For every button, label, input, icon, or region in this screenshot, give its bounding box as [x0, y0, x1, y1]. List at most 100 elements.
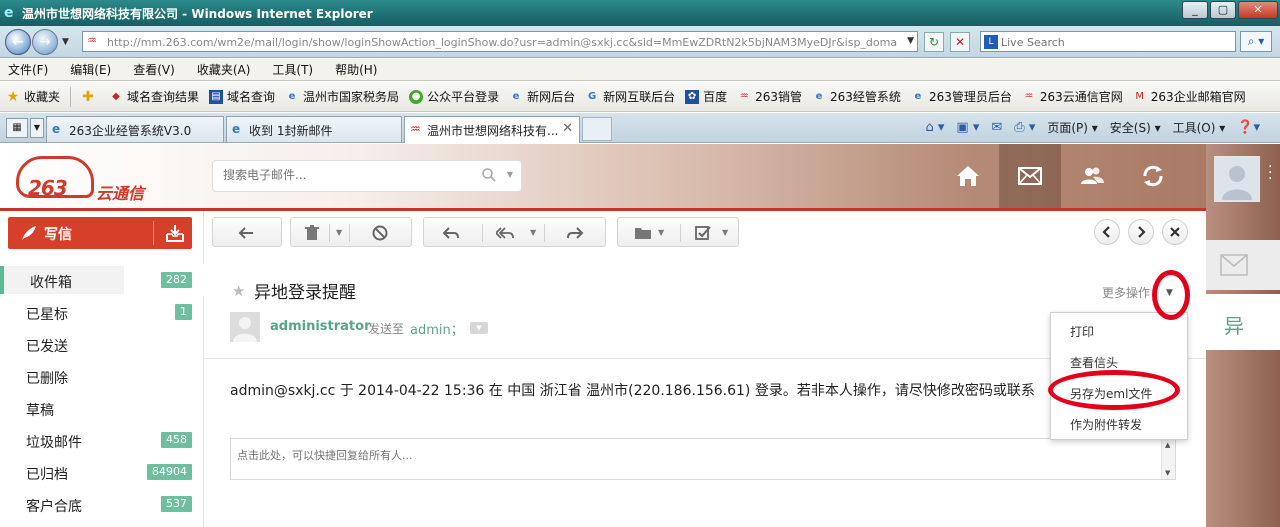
- reply-scrollbar[interactable]: ▲ ▼: [1161, 439, 1175, 479]
- reply-icon[interactable]: [442, 224, 460, 242]
- fav-link-3[interactable]: e 温州市国家税务局: [285, 88, 399, 105]
- feeds-icon[interactable]: ▣ ▾: [956, 120, 979, 135]
- page-menu[interactable]: 页面(P) ▾: [1047, 119, 1097, 136]
- nav-mail[interactable]: [999, 144, 1061, 208]
- user-avatar[interactable]: [1214, 156, 1260, 202]
- safety-menu[interactable]: 安全(S) ▾: [1110, 119, 1161, 136]
- menu-help[interactable]: 帮助(H): [335, 61, 377, 78]
- folder-deleted[interactable]: 已删除: [0, 360, 204, 392]
- window-controls: _ ▢ ✕: [1180, 1, 1278, 19]
- search-icon[interactable]: [481, 167, 497, 183]
- nav-sync[interactable]: [1122, 144, 1184, 208]
- menu-view[interactable]: 查看(V): [133, 61, 175, 78]
- menu-file[interactable]: 文件(F): [8, 61, 48, 78]
- new-tab-button[interactable]: [582, 117, 612, 141]
- fav-link-10[interactable]: e 263管理员后台: [911, 88, 1012, 105]
- fav-link-11[interactable]: ♒ 263云通信官网: [1022, 88, 1122, 105]
- folder-icon[interactable]: [634, 224, 652, 242]
- folder-sent[interactable]: 已发送: [0, 328, 204, 360]
- trash-icon[interactable]: [303, 224, 321, 242]
- sent-to-label: 发送至: [368, 322, 405, 336]
- forward-button[interactable]: →: [32, 29, 58, 55]
- search-go-button[interactable]: ⌕ ▾: [1240, 31, 1272, 52]
- quick-tabs-icon[interactable]: ▦: [6, 118, 28, 138]
- rail-mail-card[interactable]: [1206, 240, 1280, 290]
- menu-favorites[interactable]: 收藏夹(A): [197, 61, 251, 78]
- more-actions-caret-icon[interactable]: ▼: [1166, 288, 1173, 298]
- stop-button[interactable]: ✕: [950, 32, 970, 52]
- minimize-button[interactable]: _: [1182, 1, 1208, 19]
- mail-search-input[interactable]: [223, 168, 473, 182]
- checkbox-mark-icon[interactable]: [694, 224, 712, 242]
- page-icon: ▤: [209, 89, 224, 104]
- help-icon[interactable]: ❓▾: [1237, 120, 1260, 135]
- add-favorite-button[interactable]: ✚: [81, 90, 99, 104]
- fav-link-2[interactable]: ▤ 域名查询: [209, 88, 275, 105]
- expand-recipients-icon[interactable]: ▼: [470, 322, 488, 334]
- url-field[interactable]: ♒ http://mm.263.com/wm2e/mail/login/show…: [82, 31, 918, 52]
- next-mail-button[interactable]: [1128, 219, 1154, 245]
- fav-link-1[interactable]: ◆ 域名查询结果: [109, 88, 199, 105]
- folder-starred[interactable]: 已星标 1: [0, 296, 204, 328]
- close-window-button[interactable]: ✕: [1238, 1, 1278, 19]
- tools-menu[interactable]: 工具(O) ▾: [1173, 119, 1226, 136]
- live-search-input[interactable]: [1001, 34, 1231, 50]
- more-vertical-icon[interactable]: · · ·: [1268, 160, 1272, 186]
- tab-2[interactable]: e 收到 1封新邮件: [226, 116, 402, 142]
- refresh-button[interactable]: ↻: [924, 32, 944, 52]
- maximize-button[interactable]: ▢: [1210, 1, 1236, 19]
- mark-dropdown-icon[interactable]: ▼: [722, 228, 728, 237]
- star-icon[interactable]: ★: [232, 282, 245, 300]
- reply-all-icon[interactable]: [496, 224, 514, 242]
- toolbar-separator: [349, 224, 350, 242]
- move-dropdown-icon[interactable]: ▼: [658, 228, 664, 237]
- tab-1[interactable]: e 263企业经管系统V3.0: [46, 116, 224, 142]
- prev-mail-button[interactable]: [1094, 219, 1120, 245]
- rail-current-mail-card[interactable]: 异: [1206, 294, 1280, 350]
- close-tab-icon[interactable]: ✕: [562, 121, 573, 136]
- menu-item-view-headers[interactable]: 查看信头: [1051, 346, 1187, 376]
- fav-link-7[interactable]: ✿ 百度: [685, 88, 727, 105]
- quick-reply-input[interactable]: [231, 439, 1161, 479]
- folder-spam[interactable]: 垃圾邮件 458: [0, 424, 204, 456]
- menu-item-save-eml[interactable]: 另存为eml文件: [1051, 377, 1187, 407]
- fav-link-12[interactable]: M 263企业邮箱官网: [1133, 88, 1245, 105]
- menu-item-forward-attachment[interactable]: 作为附件转发: [1051, 408, 1187, 438]
- ie-page-icon: e: [815, 90, 823, 102]
- write-mail-button[interactable]: 写信: [8, 217, 192, 249]
- back-button[interactable]: ←: [5, 29, 31, 55]
- more-actions-button[interactable]: 更多操作: [1102, 284, 1150, 301]
- search-dropdown-icon[interactable]: ▼: [507, 170, 513, 179]
- forward-icon[interactable]: [566, 224, 584, 242]
- home-icon[interactable]: ⌂ ▾: [926, 120, 945, 135]
- folder-inbox[interactable]: 收件箱 282: [0, 264, 204, 296]
- menu-tools[interactable]: 工具(T): [272, 61, 313, 78]
- history-dropdown-icon[interactable]: ▼: [62, 37, 69, 47]
- close-mail-button[interactable]: [1162, 219, 1188, 245]
- sender-name[interactable]: administrator: [270, 319, 370, 334]
- reply-all-dropdown-icon[interactable]: ▼: [530, 228, 536, 237]
- favorites-button[interactable]: ★ 收藏夹: [6, 88, 60, 105]
- fav-link-9[interactable]: e 263经管系统: [812, 88, 901, 105]
- tab-3[interactable]: ♒ 温州市世想网络科技有... ✕: [404, 116, 580, 143]
- back-to-list-button[interactable]: [212, 217, 282, 247]
- nav-home[interactable]: [937, 144, 999, 208]
- fav-link-5[interactable]: e 新网后台: [509, 88, 575, 105]
- print-icon[interactable]: ⎙ ▾: [1014, 120, 1035, 135]
- nav-contacts[interactable]: [1061, 144, 1123, 208]
- fav-link-8[interactable]: ♒ 263销管: [737, 88, 802, 105]
- fav-link-6[interactable]: G 新网互联后台: [585, 88, 675, 105]
- menu-item-print[interactable]: 打印: [1051, 315, 1187, 345]
- recipient[interactable]: admin；: [410, 319, 464, 338]
- menu-edit[interactable]: 编辑(E): [70, 61, 111, 78]
- folder-drafts[interactable]: 草稿: [0, 392, 204, 424]
- tab-list-icon[interactable]: ▼: [30, 118, 44, 138]
- folder-customer[interactable]: 客户合底 537: [0, 488, 204, 520]
- fav-link-4[interactable]: ● 公众平台登录: [409, 88, 499, 105]
- url-dropdown-icon[interactable]: ▼: [907, 36, 914, 46]
- receive-mail-icon[interactable]: [164, 222, 186, 244]
- delete-dropdown-icon[interactable]: ▼: [336, 228, 342, 237]
- folder-archived[interactable]: 已归档 84904: [0, 456, 204, 488]
- block-icon[interactable]: [371, 224, 389, 242]
- mail-icon[interactable]: ✉: [991, 120, 1002, 135]
